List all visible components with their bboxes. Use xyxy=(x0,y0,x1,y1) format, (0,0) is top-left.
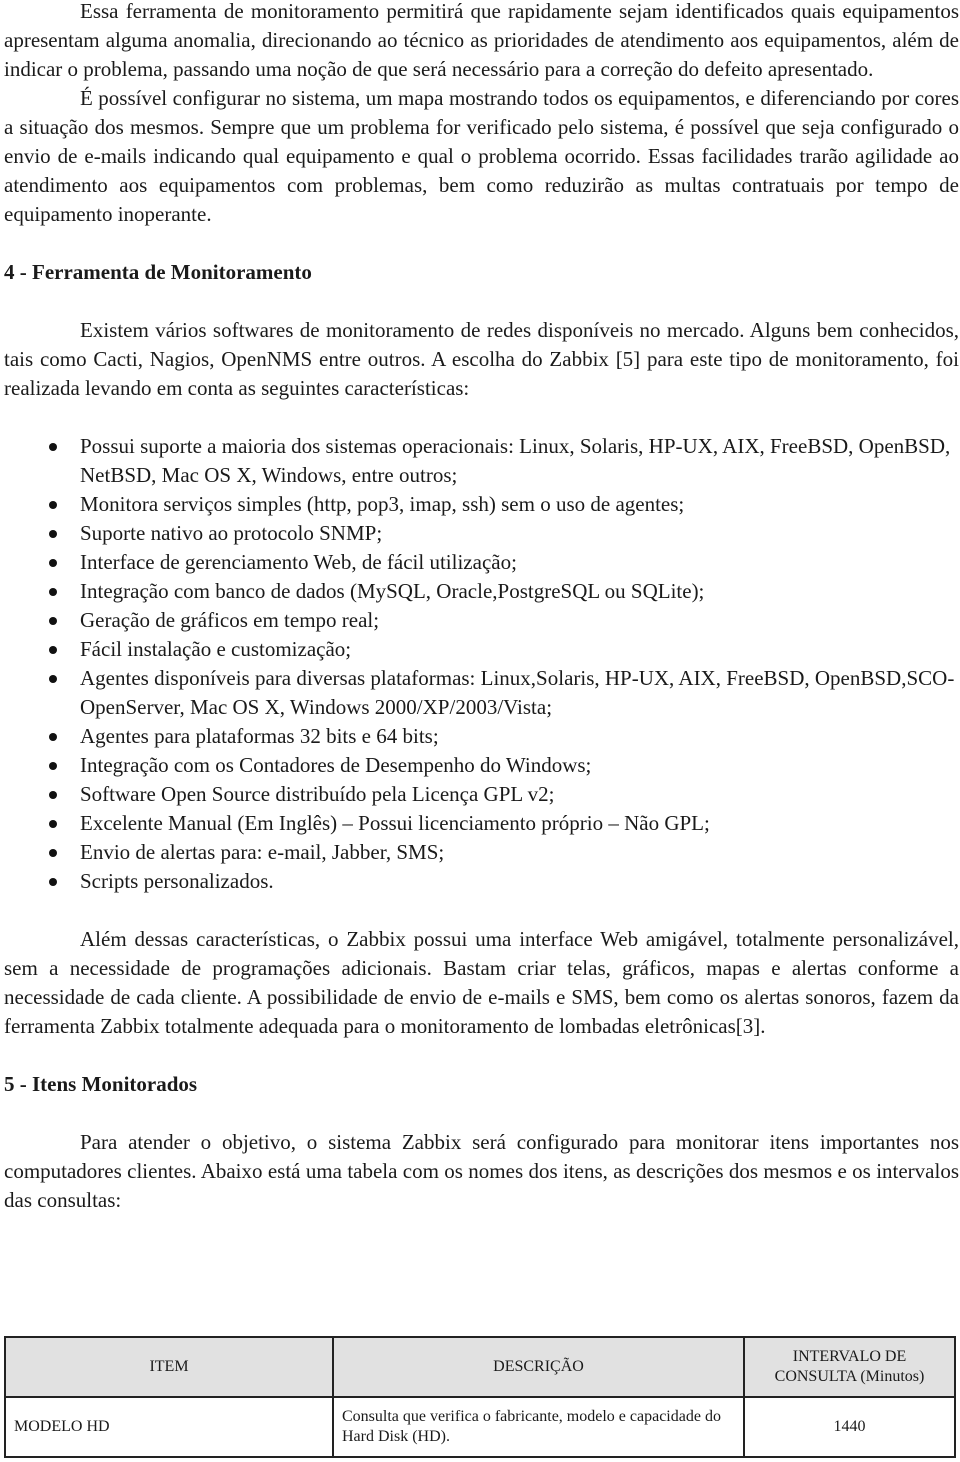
list-item-text: Monitora serviços simples (http, pop3, i… xyxy=(80,492,685,516)
bullet-icon xyxy=(49,501,57,509)
list-item-text: Integração com os Contadores de Desempen… xyxy=(80,753,592,777)
list-item-text: Geração de gráficos em tempo real; xyxy=(80,608,380,632)
cell-interval: 1440 xyxy=(743,1396,956,1458)
section-heading-4: 4 - Ferramenta de Monitoramento xyxy=(4,260,312,284)
paragraph-monitored-items: Para atender o objetivo, o sistema Zabbi… xyxy=(4,1130,959,1212)
list-item: Integração com banco de dados (MySQL, Or… xyxy=(4,577,959,606)
list-item-text: Fácil instalação e customização; xyxy=(80,637,352,661)
bullet-icon xyxy=(49,675,57,683)
bullet-icon xyxy=(49,849,57,857)
bullet-icon xyxy=(49,762,57,770)
list-item: Fácil instalação e customização; xyxy=(4,635,959,664)
list-item-text: Suporte nativo ao protocolo SNMP; xyxy=(80,521,383,545)
list-item-text: Excelente Manual (Em Inglês) – Possui li… xyxy=(80,811,710,835)
list-item-text: Interface de gerenciamento Web, de fácil… xyxy=(80,550,517,574)
list-item: Agentes disponíveis para diversas plataf… xyxy=(4,664,959,722)
bullet-icon xyxy=(49,617,57,625)
column-header-item: ITEM xyxy=(4,1336,334,1398)
list-item: Envio de alertas para: e-mail, Jabber, S… xyxy=(4,838,959,867)
list-item-text: Envio de alertas para: e-mail, Jabber, S… xyxy=(80,840,445,864)
list-item: Interface de gerenciamento Web, de fácil… xyxy=(4,548,959,577)
paragraph-zabbix-interface: Além dessas características, o Zabbix po… xyxy=(4,927,959,1038)
list-item: Software Open Source distribuído pela Li… xyxy=(4,780,959,809)
list-item: Agentes para plataformas 32 bits e 64 bi… xyxy=(4,722,959,751)
bullet-icon xyxy=(49,588,57,596)
list-item: Scripts personalizados. xyxy=(4,867,959,896)
document-page: Essa ferramenta de monitoramento permiti… xyxy=(4,0,959,1215)
bullet-icon xyxy=(49,733,57,741)
list-item: Integração com os Contadores de Desempen… xyxy=(4,751,959,780)
cell-item: MODELO HD xyxy=(4,1396,334,1458)
paragraph-map-config: É possível configurar no sistema, um map… xyxy=(4,86,959,226)
list-item-text: Agentes disponíveis para diversas plataf… xyxy=(80,666,955,719)
column-header-interval: INTERVALO DE CONSULTA (Minutos) xyxy=(743,1336,956,1398)
list-item-text: Software Open Source distribuído pela Li… xyxy=(80,782,555,806)
monitored-items-table: ITEM DESCRIÇÃO INTERVALO DE CONSULTA (Mi… xyxy=(4,1336,956,1458)
bullet-icon xyxy=(49,646,57,654)
table-row: MODELO HD Consulta que verifica o fabric… xyxy=(4,1396,956,1458)
list-item: Suporte nativo ao protocolo SNMP; xyxy=(4,519,959,548)
column-header-description: DESCRIÇÃO xyxy=(332,1336,745,1398)
list-item: Monitora serviços simples (http, pop3, i… xyxy=(4,490,959,519)
bullet-icon xyxy=(49,443,57,451)
list-item-text: Integração com banco de dados (MySQL, Or… xyxy=(80,579,705,603)
features-list: Possui suporte a maioria dos sistemas op… xyxy=(4,432,959,896)
list-item-text: Scripts personalizados. xyxy=(80,869,274,893)
list-item: Geração de gráficos em tempo real; xyxy=(4,606,959,635)
section-heading-5: 5 - Itens Monitorados xyxy=(4,1072,198,1096)
paragraph-monitoring-tool-intro: Essa ferramenta de monitoramento permiti… xyxy=(4,0,959,81)
bullet-icon xyxy=(49,791,57,799)
paragraph-software-choice: Existem vários softwares de monitorament… xyxy=(4,318,959,400)
table-header-row: ITEM DESCRIÇÃO INTERVALO DE CONSULTA (Mi… xyxy=(4,1336,956,1398)
list-item-text: Agentes para plataformas 32 bits e 64 bi… xyxy=(80,724,439,748)
cell-description: Consulta que verifica o fabricante, mode… xyxy=(332,1396,745,1458)
list-item-text: Possui suporte a maioria dos sistemas op… xyxy=(80,434,951,487)
list-item: Possui suporte a maioria dos sistemas op… xyxy=(4,432,959,490)
bullet-icon xyxy=(49,878,57,886)
bullet-icon xyxy=(49,559,57,567)
list-item: Excelente Manual (Em Inglês) – Possui li… xyxy=(4,809,959,838)
bullet-icon xyxy=(49,530,57,538)
bullet-icon xyxy=(49,820,57,828)
